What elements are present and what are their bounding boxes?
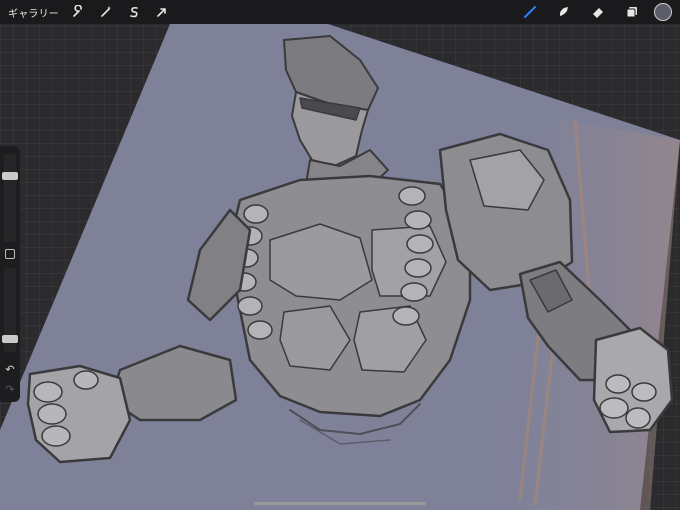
arrow-cursor-icon[interactable]	[153, 3, 171, 21]
gallery-button[interactable]: ギャラリー	[8, 5, 59, 20]
opacity-thumb[interactable]	[2, 335, 18, 343]
undo-icon[interactable]: ↶	[4, 364, 16, 376]
selection-s-icon[interactable]	[125, 3, 143, 21]
modify-button[interactable]	[5, 249, 15, 259]
brush-size-slider[interactable]	[2, 154, 18, 242]
brush-icon[interactable]	[521, 3, 539, 21]
smudge-icon[interactable]	[555, 3, 573, 21]
brush-size-thumb[interactable]	[2, 172, 18, 180]
color-picker-swatch[interactable]	[654, 3, 672, 21]
home-indicator	[254, 502, 426, 505]
magic-wand-icon[interactable]	[97, 3, 115, 21]
layers-icon[interactable]	[623, 3, 641, 21]
drawing-canvas[interactable]	[0, 0, 680, 510]
opacity-slider[interactable]	[2, 268, 18, 352]
left-sidebar: ↶ ↷	[0, 146, 20, 402]
eraser-icon[interactable]	[589, 3, 607, 21]
redo-icon[interactable]: ↷	[4, 384, 16, 396]
wrench-icon[interactable]	[69, 3, 87, 21]
top-toolbar: ギャラリー	[0, 0, 680, 24]
